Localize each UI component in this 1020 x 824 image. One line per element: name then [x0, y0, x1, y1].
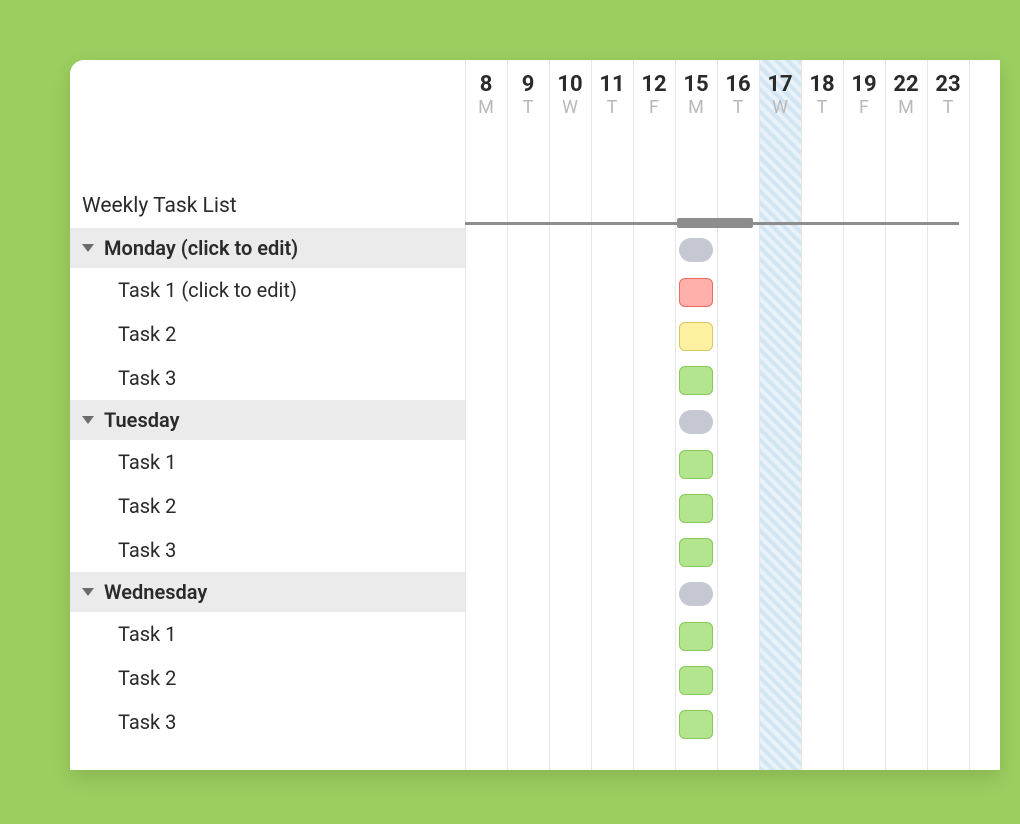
- day-column[interactable]: 15M: [675, 60, 717, 128]
- day-weekday: M: [675, 97, 717, 118]
- day-weekday: W: [759, 97, 801, 118]
- task-item[interactable]: Task 3: [70, 528, 465, 572]
- group-summary-pill[interactable]: [679, 582, 713, 606]
- task-item[interactable]: Task 1: [70, 612, 465, 656]
- day-number: 12: [633, 72, 675, 97]
- day-weekday: T: [591, 97, 633, 118]
- task-label: Task 2: [118, 494, 176, 518]
- task-bar[interactable]: [679, 450, 713, 479]
- task-label: Task 3: [118, 366, 176, 390]
- task-bar[interactable]: [679, 538, 713, 567]
- day-number: 11: [591, 72, 633, 97]
- day-weekday: F: [843, 97, 885, 118]
- day-weekday: T: [507, 97, 549, 118]
- group-label: Wednesday: [104, 580, 207, 604]
- day-number: 19: [843, 72, 885, 97]
- chevron-down-icon: [82, 244, 94, 252]
- day-column[interactable]: 23T: [927, 60, 969, 128]
- day-number: 22: [885, 72, 927, 97]
- summary-bar[interactable]: [677, 218, 753, 228]
- task-bar[interactable]: [679, 710, 713, 739]
- day-number: 17: [759, 72, 801, 97]
- task-bar[interactable]: [679, 666, 713, 695]
- day-weekday: T: [927, 97, 969, 118]
- day-weekday: F: [633, 97, 675, 118]
- task-label: Task 1: [118, 450, 176, 474]
- task-bar[interactable]: [679, 494, 713, 523]
- day-number: 18: [801, 72, 843, 97]
- task-label: Task 3: [118, 538, 176, 562]
- task-item[interactable]: Task 3: [70, 356, 465, 400]
- task-label: Task 3: [118, 710, 176, 734]
- group-header[interactable]: Monday (click to edit): [70, 228, 465, 268]
- day-weekday: M: [885, 97, 927, 118]
- task-item[interactable]: Task 2: [70, 656, 465, 700]
- task-item[interactable]: Task 2: [70, 484, 465, 528]
- day-number: 9: [507, 72, 549, 97]
- day-number: 16: [717, 72, 759, 97]
- task-item[interactable]: Task 2: [70, 312, 465, 356]
- timeline-pane: 8M9T10W11T12F15M16T17W18T19F22M23T: [465, 60, 1000, 770]
- day-column[interactable]: 9T: [507, 60, 549, 128]
- day-column[interactable]: 16T: [717, 60, 759, 128]
- task-item[interactable]: Task 1: [70, 440, 465, 484]
- day-number: 10: [549, 72, 591, 97]
- day-column[interactable]: 22M: [885, 60, 927, 128]
- group-label: Monday (click to edit): [104, 236, 298, 260]
- group-header[interactable]: Tuesday: [70, 400, 465, 440]
- chevron-down-icon: [82, 416, 94, 424]
- day-column[interactable]: 12F: [633, 60, 675, 128]
- day-column[interactable]: 19F: [843, 60, 885, 128]
- group-summary-pill[interactable]: [679, 238, 713, 262]
- task-bar[interactable]: [679, 322, 713, 351]
- task-list-pane: Weekly Task List Monday (click to edit) T…: [70, 60, 465, 770]
- list-title[interactable]: Weekly Task List: [70, 188, 465, 228]
- day-weekday: M: [465, 97, 507, 118]
- day-weekday: T: [717, 97, 759, 118]
- task-bar[interactable]: [679, 278, 713, 307]
- task-item[interactable]: Task 3: [70, 700, 465, 744]
- day-number: 8: [465, 72, 507, 97]
- group-summary-pill[interactable]: [679, 410, 713, 434]
- day-weekday: T: [801, 97, 843, 118]
- day-column[interactable]: 10W: [549, 60, 591, 128]
- day-column[interactable]: 11T: [591, 60, 633, 128]
- task-label: Task 1: [118, 622, 176, 646]
- day-weekday: W: [549, 97, 591, 118]
- task-label: Task 1 (click to edit): [118, 278, 297, 302]
- day-column[interactable]: 8M: [465, 60, 507, 128]
- task-label: Task 2: [118, 666, 176, 690]
- day-column[interactable]: 17W: [759, 60, 801, 128]
- group-label: Tuesday: [104, 408, 180, 432]
- day-column[interactable]: 18T: [801, 60, 843, 128]
- task-item[interactable]: Task 1 (click to edit): [70, 268, 465, 312]
- app-window: Weekly Task List Monday (click to edit) T…: [70, 60, 1000, 770]
- chevron-down-icon: [82, 588, 94, 596]
- day-number: 15: [675, 72, 717, 97]
- group-header[interactable]: Wednesday: [70, 572, 465, 612]
- task-bar[interactable]: [679, 366, 713, 395]
- task-label: Task 2: [118, 322, 176, 346]
- timeline-header: 8M9T10W11T12F15M16T17W18T19F22M23T: [465, 60, 1000, 128]
- day-number: 23: [927, 72, 969, 97]
- task-bar[interactable]: [679, 622, 713, 651]
